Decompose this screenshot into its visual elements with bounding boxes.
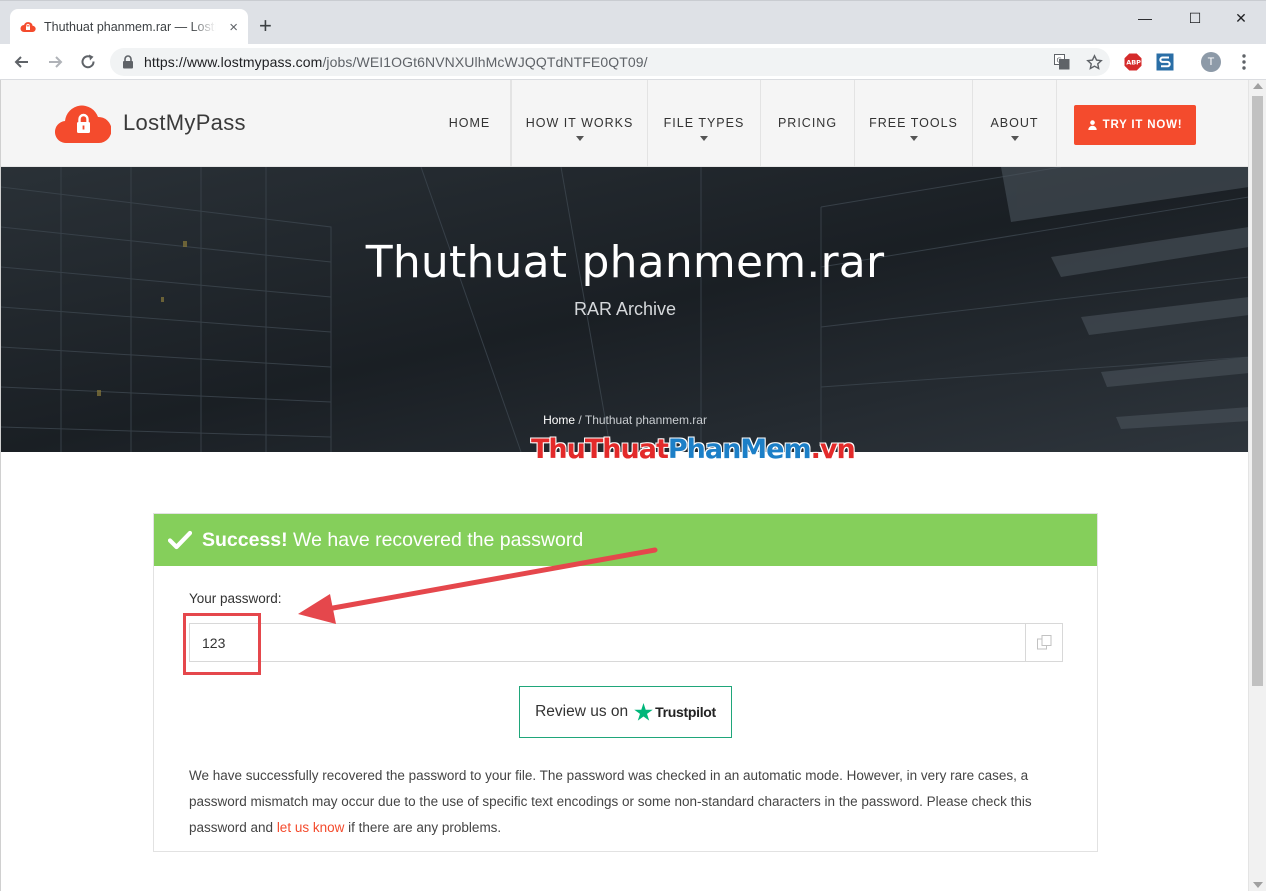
scroll-up-icon[interactable] xyxy=(1253,83,1263,89)
page-scrollbar[interactable] xyxy=(1248,80,1266,891)
scrollbar-thumb[interactable] xyxy=(1252,96,1263,686)
scroll-down-icon[interactable] xyxy=(1253,882,1263,888)
annotation-arrow xyxy=(298,547,658,624)
